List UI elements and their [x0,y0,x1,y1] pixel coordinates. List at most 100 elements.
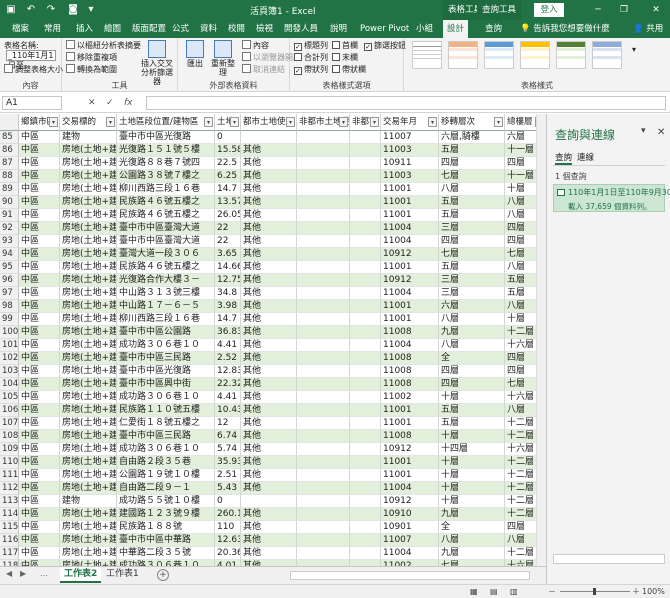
table-cell[interactable]: 成功路５５號１０樓 [117,495,215,508]
table-cell[interactable]: 臺灣大道一段３０６ [117,248,215,261]
table-cell[interactable]: 中區 [19,430,60,443]
table-cell[interactable] [297,482,350,495]
table-cell[interactable]: 11004 [381,235,439,248]
table-cell[interactable]: 中區 [19,157,60,170]
table-cell[interactable]: 中區 [19,300,60,313]
close-button[interactable]: ✕ [648,2,664,18]
row-number[interactable]: 105 [0,391,19,404]
table-cell[interactable]: 2.51 [215,469,241,482]
table-cell[interactable]: 六層 [439,300,505,313]
table-cell[interactable] [350,183,381,196]
table-cell[interactable]: 四層 [439,157,505,170]
table-cell[interactable]: 房地(土地+建物) [60,417,117,430]
tab-insert[interactable]: 插入 [72,20,97,38]
table-cell[interactable]: 其他 [241,326,297,339]
table-cell[interactable]: 10911 [381,157,439,170]
table-cell[interactable]: 其他 [241,287,297,300]
previous-sheet-icon[interactable]: ◀ [6,569,12,578]
row-number[interactable]: 90 [0,196,19,209]
restore-button[interactable]: ❐ [616,2,632,18]
properties-button[interactable]: 內容 [242,40,269,51]
row-number[interactable]: 110 [0,456,19,469]
table-cell[interactable]: 中區 [19,391,60,404]
resize-table-button[interactable]: 調整表格大小 [4,64,63,75]
table-cell[interactable] [350,482,381,495]
table-cell[interactable]: 七層 [439,248,505,261]
table-cell[interactable]: 34.8 [215,287,241,300]
more-sheets-icon[interactable]: … [40,569,48,578]
sheet-tab-sheet2[interactable]: 工作表2 [60,567,102,583]
tab-power-pivot[interactable]: Power Pivot [356,20,413,38]
table-cell[interactable]: 其他 [241,274,297,287]
table-cell[interactable]: 其他 [241,170,297,183]
table-cell[interactable] [350,326,381,339]
row-number[interactable]: 116 [0,534,19,547]
table-cell[interactable] [297,456,350,469]
table-cell[interactable]: 11001 [381,300,439,313]
table-cell[interactable] [297,352,350,365]
table-cell[interactable]: 11004 [381,547,439,560]
column-header[interactable]: 土地區段位置/建物區 ▾ [117,114,215,131]
column-header[interactable]: 非都市土地使 ▾ [297,114,350,131]
table-cell[interactable]: 中區 [19,508,60,521]
pane-tab-queries[interactable]: 查詢 [555,151,573,165]
table-cell[interactable]: 仁愛街１８號五樓之 [117,417,215,430]
table-cell[interactable]: 11008 [381,352,439,365]
table-cell[interactable]: 房地(土地+建物) [60,430,117,443]
zoom-out-button[interactable]: － [548,585,556,598]
table-cell[interactable]: 11003 [381,144,439,157]
table-style-swatch[interactable] [556,41,586,69]
table-cell[interactable] [297,170,350,183]
table-cell[interactable]: 五層 [439,417,505,430]
table-cell[interactable]: 四層 [439,378,505,391]
tab-design[interactable]: 設計 [443,20,469,38]
table-cell[interactable] [350,131,381,144]
table-cell[interactable]: 10912 [381,248,439,261]
table-cell[interactable]: 三層 [439,274,505,287]
table-cell[interactable] [350,209,381,222]
table-cell[interactable]: 中區 [19,326,60,339]
table-cell[interactable]: 15.58 [215,144,241,157]
column-header[interactable]: 都市土地使 ▾ [241,114,297,131]
row-number[interactable]: 112 [0,482,19,495]
table-cell[interactable]: 其他 [241,417,297,430]
table-cell[interactable] [297,209,350,222]
table-cell[interactable]: 其他 [241,547,297,560]
table-cell[interactable]: 其他 [241,222,297,235]
table-cell[interactable]: 公園路３８號７樓之 [117,170,215,183]
table-cell[interactable] [297,365,350,378]
table-cell[interactable]: 中區 [19,222,60,235]
filter-dropdown-icon[interactable]: ▾ [339,117,348,127]
row-number[interactable]: 111 [0,469,19,482]
table-cell[interactable]: 10912 [381,274,439,287]
table-cell[interactable]: 其他 [241,352,297,365]
banded-columns-checkbox[interactable]: 帶狀欄 [332,64,366,75]
table-cell[interactable]: 柳川西路三段１６巷 [117,313,215,326]
table-cell[interactable]: 房地(土地+建物) [60,222,117,235]
row-number[interactable]: 86 [0,144,19,157]
table-cell[interactable]: 中區 [19,209,60,222]
table-cell[interactable]: 十四層 [439,443,505,456]
save-icon[interactable]: ▣ [4,3,18,17]
table-cell[interactable]: 十層 [439,456,505,469]
table-cell[interactable]: 260.13 [215,508,241,521]
table-cell[interactable] [350,157,381,170]
table-cell[interactable]: 臺中市中區臺灣大道 [117,235,215,248]
row-number[interactable]: 100 [0,326,19,339]
row-number[interactable]: 91 [0,209,19,222]
table-cell[interactable]: 房地(土地+建物) [60,365,117,378]
table-cell[interactable]: 八層 [439,534,505,547]
table-cell[interactable]: 中區 [19,261,60,274]
table-cell[interactable]: 11001 [381,417,439,430]
table-cell[interactable]: 26.05 [215,209,241,222]
table-cell[interactable]: 成功路３０６巷１０ [117,443,215,456]
table-cell[interactable] [297,508,350,521]
filter-dropdown-icon[interactable]: ▾ [49,117,58,127]
table-cell[interactable]: 35.93 [215,456,241,469]
table-cell[interactable] [350,287,381,300]
table-cell[interactable]: 3.98 [215,300,241,313]
column-header[interactable]: 交易年月 ▾ [381,114,439,131]
filter-dropdown-icon[interactable]: ▾ [370,117,379,127]
row-number[interactable]: 103 [0,365,19,378]
table-cell[interactable]: 房地(土地+建物) [60,183,117,196]
